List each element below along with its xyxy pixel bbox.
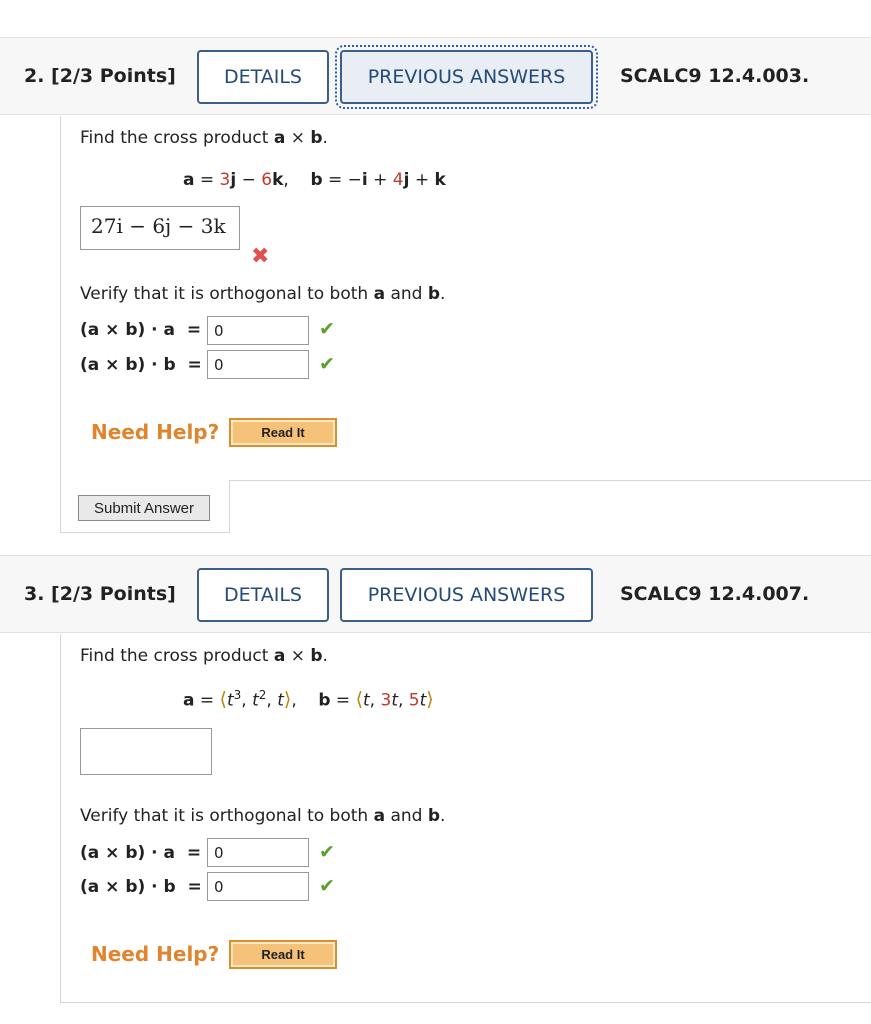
x-mark-icon: ✖ [251, 244, 270, 269]
q2-dot-a-input[interactable]: 0 [207, 316, 309, 345]
q2-previous-answers-button[interactable]: PREVIOUS ANSWERS [335, 45, 598, 109]
q3-dot-b-label: (a × b) · b = [80, 877, 202, 897]
q2-reference: SCALC9 12.4.003. [620, 65, 810, 87]
check-mark-icon: ✔ [319, 318, 335, 340]
q2-dot-a-label: (a × b) · a = [80, 320, 202, 340]
q2-dot-b-label: (a × b) · b = [80, 355, 202, 375]
q2-cross-product-answer[interactable]: 27i − 6j − 3k [80, 206, 240, 250]
check-mark-icon: ✔ [319, 875, 335, 897]
q2-read-it-button[interactable]: Read It [229, 418, 337, 447]
q2-title: 2. [2/3 Points] [24, 65, 176, 87]
check-mark-icon: ✔ [319, 841, 335, 863]
q3-need-help: Need Help? [91, 942, 220, 966]
q3-read-it-button[interactable]: Read It [229, 940, 337, 969]
q2-details-button[interactable]: DETAILS [197, 50, 329, 104]
q3-verify-text: Verify that it is orthogonal to both a a… [80, 806, 446, 826]
q3-previous-answers-button[interactable]: PREVIOUS ANSWERS [340, 568, 593, 622]
q2-vectors: a = 3j − 6k, b = −i + 4j + k [183, 170, 446, 190]
q2-prompt: Find the cross product a × b. [80, 128, 328, 148]
q2-dot-b-input[interactable]: 0 [207, 350, 309, 379]
q3-details-button[interactable]: DETAILS [197, 568, 329, 622]
q2-body-left-ext [60, 480, 61, 532]
q3-body-bottom [60, 1002, 871, 1003]
check-mark-icon: ✔ [319, 353, 335, 375]
q2-tab-outline-side [229, 480, 230, 532]
q2-tab-outline-top [229, 480, 871, 481]
q3-reference: SCALC9 12.4.007. [620, 583, 810, 605]
q3-dot-a-input[interactable]: 0 [207, 838, 309, 867]
q3-dot-a-label: (a × b) · a = [80, 843, 202, 863]
q3-header: 3. [2/3 Points] DETAILS PREVIOUS ANSWERS… [0, 555, 871, 633]
q3-vectors: a = ⟨t3, t2, t⟩, b = ⟨t, 3t, 5t⟩ [183, 688, 434, 711]
q2-verify-text: Verify that it is orthogonal to both a a… [80, 284, 446, 304]
q2-tab-outline-bottom [60, 532, 230, 533]
q2-header: 2. [2/3 Points] DETAILS PREVIOUS ANSWERS… [0, 37, 871, 115]
q2-need-help: Need Help? [91, 420, 220, 444]
q3-title: 3. [2/3 Points] [24, 583, 176, 605]
q2-submit-answer-button[interactable]: Submit Answer [78, 495, 210, 521]
q3-cross-product-answer[interactable] [80, 728, 212, 775]
q3-prompt: Find the cross product a × b. [80, 646, 328, 666]
q3-dot-b-input[interactable]: 0 [207, 872, 309, 901]
